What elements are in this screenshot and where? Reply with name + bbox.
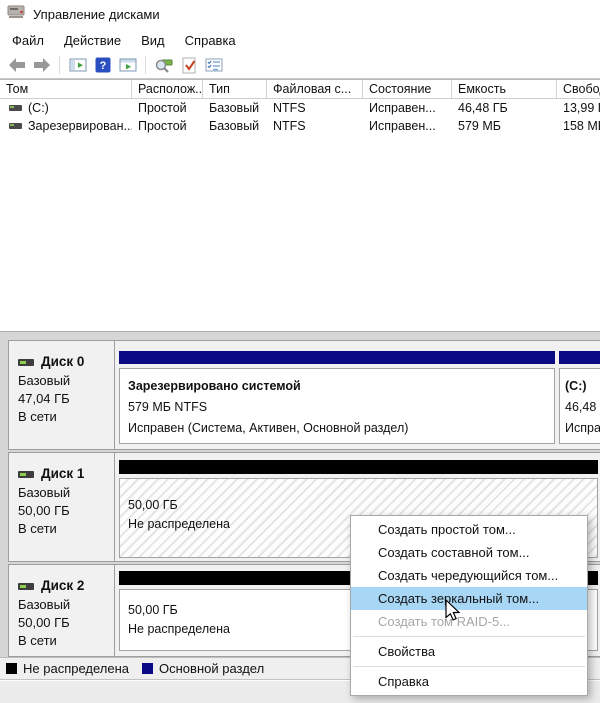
partition-title: Зарезервировано системой xyxy=(128,376,554,397)
check-document-icon[interactable] xyxy=(176,54,201,76)
partition-c-drive[interactable]: (C:) 46,48 ГБ Исправен xyxy=(559,351,600,447)
disk-0-type: Базовый xyxy=(18,372,114,390)
toolbar-separator xyxy=(145,56,146,74)
filesystem-cell: NTFS xyxy=(267,101,363,115)
menu-item-new-mirrored-volume[interactable]: Создать зеркальный том... xyxy=(351,587,587,610)
column-header-free[interactable]: Свободно xyxy=(557,80,600,98)
disk-icon xyxy=(18,471,34,478)
disk-row-0: Диск 0 Базовый 47,04 ГБ В сети Зарезерви… xyxy=(8,340,600,450)
menu-item-new-raid5-volume: Создать том RAID-5... xyxy=(351,610,587,633)
column-header-type[interactable]: Тип xyxy=(203,80,267,98)
disk-2-status: В сети xyxy=(18,632,114,650)
show-console-window-icon[interactable] xyxy=(115,54,140,76)
help-icon[interactable]: ? xyxy=(90,54,115,76)
disk-0-status: В сети xyxy=(18,408,114,426)
context-menu: Создать простой том... Создать составной… xyxy=(350,515,588,696)
pane-splitter[interactable] xyxy=(0,331,600,340)
column-header-layout[interactable]: Располож... xyxy=(132,80,203,98)
partition-size: 579 МБ NTFS xyxy=(128,397,554,418)
toolbar-separator xyxy=(59,56,60,74)
volume-list-pane: Том Располож... Тип Файловая с... Состоя… xyxy=(0,79,600,331)
unallocated-swatch xyxy=(6,663,17,674)
menu-item-new-striped-volume[interactable]: Создать чередующийся том... xyxy=(351,564,587,587)
disk-0-size: 47,04 ГБ xyxy=(18,390,114,408)
column-header-volume[interactable]: Том xyxy=(0,80,132,98)
disk-1-info-panel[interactable]: Диск 1 Базовый 50,00 ГБ В сети xyxy=(9,453,115,561)
back-arrow-icon[interactable] xyxy=(4,54,29,76)
toolbar: ? xyxy=(0,52,600,79)
menu-separator xyxy=(353,666,585,667)
table-row[interactable]: (C:) Простой Базовый NTFS Исправен... 46… xyxy=(0,99,600,117)
volume-icon xyxy=(9,123,22,129)
layout-cell: Простой xyxy=(132,101,203,115)
table-row[interactable]: Зарезервирован... Простой Базовый NTFS И… xyxy=(0,117,600,135)
disk-1-size: 50,00 ГБ xyxy=(18,502,114,520)
volume-cell: Зарезервирован... xyxy=(0,119,132,133)
menu-item-help[interactable]: Справка xyxy=(351,670,587,693)
disk-2-name: Диск 2 xyxy=(18,577,114,595)
free-cell: 158 МБ xyxy=(557,119,600,133)
primary-partition-bar xyxy=(559,351,600,364)
partition-size: 50,00 ГБ xyxy=(128,496,597,515)
disk-0-name: Диск 0 xyxy=(18,353,114,371)
window-title: Управление дисками xyxy=(33,7,160,22)
filesystem-cell: NTFS xyxy=(267,119,363,133)
layout-cell: Простой xyxy=(132,119,203,133)
forward-arrow-icon[interactable] xyxy=(29,54,54,76)
menu-separator xyxy=(353,636,585,637)
type-cell: Базовый xyxy=(203,101,267,115)
disk-1-type: Базовый xyxy=(18,484,114,502)
status-cell: Исправен... xyxy=(363,101,452,115)
disk-icon xyxy=(18,359,34,366)
partition-size: 46,48 ГБ xyxy=(565,397,600,418)
partition-box[interactable]: Зарезервировано системой 579 МБ NTFS Исп… xyxy=(119,368,555,444)
primary-partition-bar xyxy=(119,351,555,364)
disk-1-name: Диск 1 xyxy=(18,465,114,483)
partition-system-reserved[interactable]: Зарезервировано системой 579 МБ NTFS Исп… xyxy=(119,351,555,447)
partition-status: Исправен (Система, Активен, Основной раз… xyxy=(128,418,554,439)
app-icon xyxy=(7,4,25,24)
partition-box[interactable]: (C:) 46,48 ГБ Исправен xyxy=(559,368,600,444)
console-tree-icon[interactable] xyxy=(65,54,90,76)
mouse-cursor xyxy=(441,596,465,627)
disk-icon xyxy=(18,583,34,590)
legend-primary-label: Основной раздел xyxy=(159,661,264,676)
menu-item-new-simple-volume[interactable]: Создать простой том... xyxy=(351,518,587,541)
volume-icon xyxy=(9,105,22,111)
svg-text:?: ? xyxy=(99,60,106,72)
menu-item-new-spanned-volume[interactable]: Создать составной том... xyxy=(351,541,587,564)
menu-item-properties[interactable]: Свойства xyxy=(351,640,587,663)
rescan-icon[interactable] xyxy=(151,54,176,76)
volume-table-header: Том Располож... Тип Файловая с... Состоя… xyxy=(0,79,600,99)
disk-0-info-panel[interactable]: Диск 0 Базовый 47,04 ГБ В сети xyxy=(9,341,115,449)
menu-file[interactable]: Файл xyxy=(2,30,54,51)
status-cell: Исправен... xyxy=(363,119,452,133)
menu-help[interactable]: Справка xyxy=(175,30,246,51)
capacity-cell: 579 МБ xyxy=(452,119,557,133)
disk-2-size: 50,00 ГБ xyxy=(18,614,114,632)
title-bar: Управление дисками xyxy=(0,0,600,28)
disk-2-info-panel[interactable]: Диск 2 Базовый 50,00 ГБ В сети xyxy=(9,565,115,656)
menu-bar: Файл Действие Вид Справка xyxy=(0,28,600,52)
column-header-status[interactable]: Состояние xyxy=(363,80,452,98)
menu-view[interactable]: Вид xyxy=(131,30,175,51)
capacity-cell: 46,48 ГБ xyxy=(452,101,557,115)
partition-status: Исправен xyxy=(565,418,600,439)
menu-action[interactable]: Действие xyxy=(54,30,131,51)
column-header-capacity[interactable]: Емкость xyxy=(452,80,557,98)
legend-unallocated-label: Не распределена xyxy=(23,661,129,676)
properties-list-icon[interactable] xyxy=(201,54,226,76)
unallocated-partition-bar xyxy=(119,460,598,474)
partition-title: (C:) xyxy=(565,376,600,397)
disk-1-status: В сети xyxy=(18,520,114,538)
type-cell: Базовый xyxy=(203,119,267,133)
disk-2-type: Базовый xyxy=(18,596,114,614)
free-cell: 13,99 ГБ xyxy=(557,101,600,115)
primary-partition-swatch xyxy=(142,663,153,674)
volume-cell: (C:) xyxy=(0,101,132,115)
column-header-filesystem[interactable]: Файловая с... xyxy=(267,80,363,98)
